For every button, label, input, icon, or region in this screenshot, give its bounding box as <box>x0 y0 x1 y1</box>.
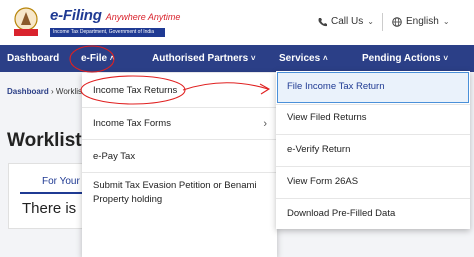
chevron-down-icon: ⌄ <box>442 17 450 26</box>
submenu-item-file-itr[interactable]: File Income Tax Return <box>287 81 385 92</box>
breadcrumb: Dashboard › Worklist <box>7 87 84 96</box>
nav-services-label: Services <box>279 53 321 64</box>
chevron-down-icon: ˅ <box>250 54 256 63</box>
chevron-down-icon: ⌄ <box>367 17 374 26</box>
chevron-up-icon: ˄ <box>109 54 115 63</box>
chevron-right-icon: › <box>263 118 267 130</box>
empty-message: There is <box>22 200 77 217</box>
nav-pending-actions-label: Pending Actions <box>362 53 441 64</box>
page-title: Worklist <box>7 130 82 151</box>
breadcrumb-dashboard[interactable]: Dashboard <box>7 87 49 96</box>
efile-dropdown: Income Tax Returns Income Tax Forms › e-… <box>82 73 277 257</box>
breadcrumb-current: Worklist <box>55 87 85 96</box>
submenu-divider <box>276 104 470 105</box>
submenu-item-view-filed-returns[interactable]: View Filed Returns <box>287 112 367 123</box>
submenu-item-view-form-26as[interactable]: View Form 26AS <box>287 176 358 187</box>
site-header: e-Filing Anywhere Anytime Income Tax Depa… <box>0 0 474 45</box>
brand-logo[interactable]: e-Filing Anywhere Anytime Income Tax Depa… <box>50 7 181 37</box>
chevron-down-icon: ˅ <box>443 54 448 63</box>
nav-authorised-partners[interactable]: Authorised Partners ˅ <box>152 45 256 72</box>
header-divider <box>382 13 383 31</box>
nav-efile-label: e-File <box>81 53 108 64</box>
menu-divider <box>82 107 277 108</box>
phone-icon <box>318 17 327 26</box>
call-us-label: Call Us <box>331 16 364 27</box>
submenu-item-download-prefilled[interactable]: Download Pre-Filled Data <box>287 208 395 219</box>
language-label: English <box>406 16 439 27</box>
nav-efile[interactable]: e-File ˄ <box>81 45 115 72</box>
submenu-divider <box>276 166 470 167</box>
submenu-item-e-verify-return[interactable]: e-Verify Return <box>287 144 350 155</box>
main-nav: Dashboard e-File ˄ Authorised Partners ˅… <box>0 45 474 72</box>
menu-item-e-pay-tax[interactable]: e-Pay Tax <box>93 150 135 164</box>
brand-subtitle: Income Tax Department, Government of Ind… <box>50 28 165 37</box>
active-tab-indicator <box>20 192 90 194</box>
brand-name: e-Filing <box>50 7 102 24</box>
language-selector[interactable]: English ⌄ <box>392 16 450 27</box>
emblem-logo <box>14 7 38 36</box>
call-us-button[interactable]: Call Us ⌄ <box>318 16 374 27</box>
nav-dashboard[interactable]: Dashboard <box>7 45 59 72</box>
nav-authorised-partners-label: Authorised Partners <box>152 53 249 64</box>
menu-item-income-tax-forms[interactable]: Income Tax Forms <box>93 117 171 131</box>
menu-divider <box>82 172 277 173</box>
brand-tagline: Anywhere Anytime <box>105 12 181 22</box>
menu-item-submit-tax-evasion[interactable]: Submit Tax Evasion Petition or Benami Pr… <box>93 179 269 207</box>
menu-item-income-tax-returns[interactable]: Income Tax Returns <box>93 84 177 98</box>
globe-icon <box>392 16 402 27</box>
chevron-up-icon: ˄ <box>322 54 328 63</box>
itr-submenu: File Income Tax Return View Filed Return… <box>276 71 470 229</box>
nav-pending-actions[interactable]: Pending Actions ˅ <box>362 45 448 72</box>
submenu-divider <box>276 134 470 135</box>
submenu-divider <box>276 198 470 199</box>
nav-services[interactable]: Services ˄ <box>279 45 328 72</box>
menu-divider <box>82 139 277 140</box>
